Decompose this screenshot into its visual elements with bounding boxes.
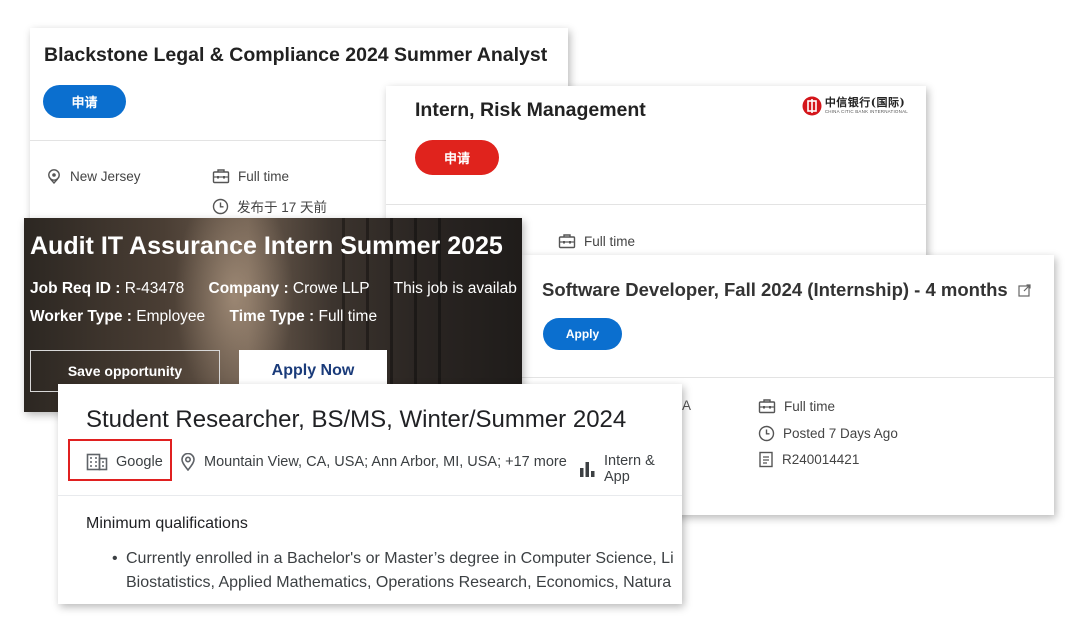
- location-text: A: [682, 398, 692, 413]
- company-label: Company :: [208, 280, 289, 297]
- location-pin-icon: [48, 169, 60, 184]
- job-req-label: Job Req ID :: [30, 280, 121, 297]
- divider: [522, 377, 1054, 378]
- location-fragment: A: [682, 398, 691, 413]
- location-text: New Jersey: [70, 168, 141, 184]
- document-icon: [759, 451, 773, 468]
- divider: [386, 204, 926, 205]
- job-title-link[interactable]: Software Developer, Fall 2024 (Internshi…: [542, 279, 1031, 301]
- building-icon: [86, 453, 108, 471]
- posted-text: Posted 7 Days Ago: [783, 426, 898, 441]
- divider: [58, 495, 682, 496]
- bar-chart-icon: [580, 462, 595, 477]
- company-meta: Google: [86, 453, 163, 471]
- req-id-text: R240014421: [782, 452, 860, 467]
- level-meta: Intern & App: [578, 453, 682, 485]
- job-type-text: Full time: [584, 233, 636, 249]
- divider: [30, 140, 386, 141]
- req-id-meta: R240014421: [758, 451, 859, 468]
- availability-text: This job is availab: [393, 280, 517, 297]
- job-type-meta: Full time: [758, 398, 835, 414]
- worker-type-value: Employee: [136, 308, 206, 325]
- posted-meta: Posted 7 Days Ago: [758, 425, 898, 442]
- min-qualifications-heading: Minimum qualifications: [86, 515, 248, 532]
- logo-english-name: CHINA CITIC BANK INTERNATIONAL: [824, 109, 908, 114]
- company-value: Crowe LLP: [292, 280, 370, 297]
- qualification-bullet: Currently enrolled in a Bachelor's or Ma…: [112, 547, 674, 595]
- time-type-label: Time Type :: [229, 308, 315, 325]
- job-type-meta: Full time: [212, 168, 289, 184]
- job-title: Software Developer, Fall 2024 (Internshi…: [542, 279, 1008, 300]
- job-info-row: Job Req ID : R-43478 Company : Crowe LLP…: [30, 280, 517, 298]
- job-title: Blackstone Legal & Compliance 2024 Summe…: [44, 44, 548, 66]
- job-title: Student Researcher, BS/MS, Winter/Summer…: [86, 406, 627, 433]
- worker-type-label: Worker Type :: [30, 308, 132, 325]
- worker-info-row: Worker Type : Employee Time Type : Full …: [30, 308, 377, 326]
- logo-chinese-name: 中信银行(国际): [824, 96, 906, 109]
- apply-button[interactable]: 申请: [43, 85, 126, 118]
- location-text: Mountain View, CA, USA; Ann Arbor, MI, U…: [204, 454, 567, 470]
- bullet-line-1: Currently enrolled in a Bachelor's or Ma…: [126, 550, 674, 567]
- company-name: Google: [116, 454, 163, 470]
- apply-button[interactable]: Apply: [543, 318, 622, 350]
- audit-job-banner: Audit IT Assurance Intern Summer 2025 Jo…: [24, 218, 522, 412]
- apply-button[interactable]: 申请: [415, 140, 499, 175]
- bullet-line-2: Biostatistics, Applied Mathematics, Oper…: [126, 574, 672, 591]
- briefcase-icon: [212, 169, 230, 184]
- location-pin-icon: [181, 453, 195, 471]
- level-text: Intern & App: [604, 453, 655, 485]
- job-type-meta: Full time: [558, 233, 635, 249]
- job-req-value: R-43478: [124, 280, 185, 297]
- location-meta: Mountain View, CA, USA; Ann Arbor, MI, U…: [180, 453, 567, 471]
- posted-text: 发布于 17 天前: [237, 200, 328, 215]
- briefcase-icon: [758, 399, 776, 414]
- clock-icon: [758, 425, 775, 442]
- clock-icon: [212, 198, 229, 214]
- citic-logo-icon: [802, 96, 822, 116]
- job-type-text: Full time: [784, 398, 836, 414]
- google-job-card: Student Researcher, BS/MS, Winter/Summer…: [58, 384, 682, 604]
- job-title: Audit IT Assurance Intern Summer 2025: [30, 232, 503, 260]
- citic-logo: 中信银行(国际) CHINA CITIC BANK INTERNATIONAL: [802, 96, 908, 116]
- job-type-text: Full time: [238, 168, 290, 184]
- posted-meta: 发布于 17 天前: [212, 196, 327, 216]
- external-link-icon[interactable]: [1018, 283, 1031, 297]
- time-type-value: Full time: [318, 308, 378, 325]
- briefcase-icon: [558, 234, 576, 249]
- location-meta: New Jersey: [46, 168, 141, 184]
- job-title: Intern, Risk Management: [415, 99, 646, 121]
